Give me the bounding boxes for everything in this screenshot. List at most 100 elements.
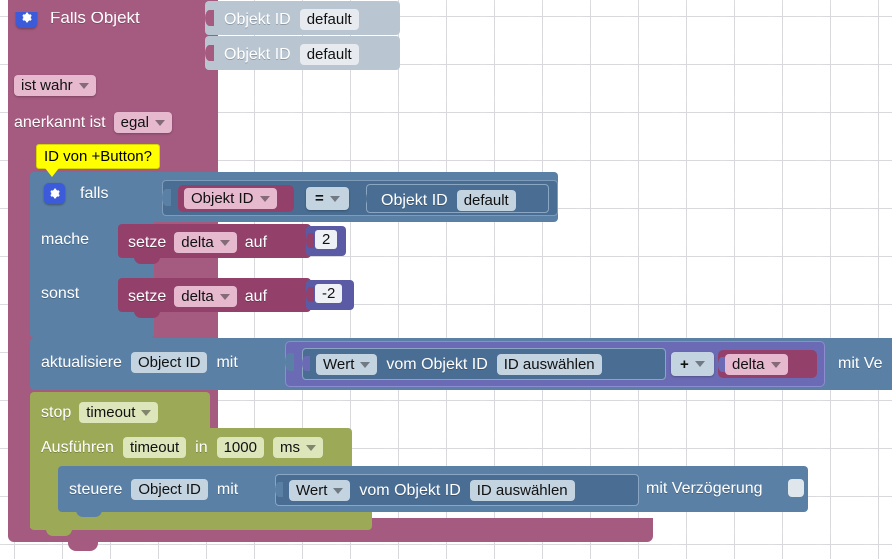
dropdown-ack[interactable]: egal	[113, 112, 172, 133]
chevron-down-icon	[259, 195, 270, 202]
chevron-down-icon	[770, 361, 781, 368]
objektid-value-1[interactable]: default	[299, 44, 359, 65]
number-field-else[interactable]: -2	[315, 284, 343, 303]
to-label-do: auf	[244, 233, 268, 251]
dropdown-is-true-label: ist wahr	[21, 77, 73, 94]
block-objektid-disabled-0-content[interactable]: Objekt ID default	[224, 9, 359, 30]
block-stop-timeout-content[interactable]: stop timeout	[41, 402, 159, 423]
run-target-field[interactable]: timeout	[122, 437, 187, 458]
tooltip-id-von-button: ID von +Button?	[36, 144, 160, 178]
block-on-state-bottom-notch	[68, 540, 98, 551]
objektid-right-value[interactable]: default	[456, 190, 516, 211]
number-field-do[interactable]: 2	[315, 230, 338, 249]
block-number-else-notch	[306, 287, 314, 302]
update-object-field[interactable]: Object ID	[130, 352, 208, 373]
control-object-field[interactable]: Object ID	[131, 479, 208, 500]
chevron-down-icon	[329, 195, 340, 202]
block-set-var-else-content[interactable]: setze delta auf	[128, 286, 267, 307]
update-trailing-label: mit Ve	[838, 355, 883, 372]
run-in-label: in	[195, 438, 208, 456]
block-objektid-disabled-1-notch	[205, 45, 214, 61]
to-label-else: auf	[244, 287, 268, 305]
dropdown-stop-target-label: timeout	[86, 404, 136, 421]
update-object-select[interactable]: ID auswählen	[496, 354, 602, 375]
block-objektid-right-notch	[366, 191, 374, 206]
dropdown-wert-update[interactable]: Wert	[316, 354, 378, 375]
dropdown-wert-control[interactable]: Wert	[289, 480, 351, 501]
dropdown-operator-label: =	[315, 190, 324, 207]
objektid-right-label: Objekt ID	[381, 191, 448, 209]
dropdown-variable-do-label: delta	[181, 234, 214, 251]
dropdown-delta-label: delta	[732, 356, 765, 373]
update-with-label: mit	[216, 353, 238, 371]
dropdown-wert-update-label: Wert	[323, 356, 355, 373]
block-control-top-notch	[76, 466, 102, 473]
block-run-timeout-foot-notch	[46, 528, 72, 536]
chevron-down-icon	[154, 119, 165, 126]
blockly-workspace[interactable]: Falls Objekt ist wahr anerkannt ist egal…	[0, 0, 892, 559]
block-objektid-disabled-0-notch	[205, 10, 214, 26]
block-objektid-right-content[interactable]: Objekt ID default	[381, 190, 516, 211]
chevron-down-icon	[333, 487, 344, 494]
chevron-down-icon	[694, 361, 705, 367]
dropdown-variable-do[interactable]: delta	[174, 232, 237, 253]
block-math-add-notch	[285, 353, 294, 371]
block-if-else-label: sonst	[41, 285, 80, 302]
update-verb: aktualisiere	[41, 353, 122, 371]
block-update-top-notch	[46, 338, 72, 346]
block-update-content[interactable]: aktualisiere Object ID mit	[41, 352, 238, 373]
chevron-down-icon	[305, 444, 316, 451]
chevron-down-icon	[219, 239, 230, 246]
dropdown-plus-operator[interactable]: +	[671, 352, 714, 376]
dropdown-stop-target[interactable]: timeout	[79, 402, 159, 423]
chevron-down-icon	[78, 82, 89, 89]
set-label-else: setze	[128, 287, 167, 305]
update-from-label: vom Objekt ID	[386, 355, 488, 373]
block-if-else-foot	[30, 318, 154, 338]
dropdown-objektid-left[interactable]: Objekt ID	[184, 188, 277, 209]
dropdown-is-true[interactable]: ist wahr	[14, 75, 96, 96]
condition-row-1-prefix: anerkannt ist	[14, 113, 106, 131]
block-if-label: falls	[80, 184, 109, 202]
block-get-value-control-notch	[275, 482, 283, 497]
control-from-label: vom Objekt ID	[359, 481, 461, 499]
chevron-down-icon	[141, 409, 152, 416]
block-get-value-update-content[interactable]: Wert vom Objekt ID ID auswählen	[316, 354, 602, 375]
dropdown-variable-else[interactable]: delta	[174, 286, 237, 307]
chevron-down-icon	[219, 293, 230, 300]
dropdown-delta[interactable]: delta	[725, 354, 788, 375]
control-delay-checkbox[interactable]	[788, 479, 804, 497]
run-verb: Ausführen	[41, 438, 114, 456]
block-objektid-disabled-1-content[interactable]: Objekt ID default	[224, 44, 359, 65]
dropdown-plus-operator-label: +	[680, 355, 689, 373]
objektid-label-0: Objekt ID	[224, 10, 291, 28]
run-delay-field[interactable]: 1000	[216, 437, 264, 458]
block-run-timeout-content[interactable]: Ausführen timeout in 1000 ms	[41, 437, 323, 458]
condition-row-0[interactable]: ist wahr	[14, 75, 96, 96]
dropdown-operator[interactable]: =	[306, 187, 349, 210]
block-stop-timeout-top-notch	[46, 392, 72, 399]
control-verb: steuere	[69, 480, 123, 498]
block-compare-notch	[162, 189, 171, 206]
block-if-header[interactable]: falls	[44, 183, 108, 204]
control-object-select[interactable]: ID auswählen	[469, 480, 575, 501]
block-set-var-else-notch	[134, 310, 160, 318]
dropdown-objektid-left-label: Objekt ID	[191, 190, 254, 207]
block-control-content[interactable]: steuere Object ID mit	[69, 479, 238, 500]
dropdown-wert-control-label: Wert	[296, 482, 328, 499]
block-set-var-do-content[interactable]: setze delta auf	[128, 232, 267, 253]
chevron-down-icon	[360, 361, 371, 368]
dropdown-run-unit-label: ms	[279, 439, 300, 456]
block-number-do-notch	[306, 233, 314, 248]
dropdown-ack-value: egal	[120, 114, 149, 131]
block-if-do-label: mache	[41, 231, 90, 248]
objektid-label-1: Objekt ID	[224, 45, 291, 63]
block-set-var-do-notch	[134, 256, 160, 264]
block-get-value-control-content[interactable]: Wert vom Objekt ID ID auswählen	[289, 480, 575, 501]
dropdown-run-unit[interactable]: ms	[272, 437, 323, 458]
dropdown-variable-else-label: delta	[181, 288, 214, 305]
block-control-bottom-notch	[76, 510, 102, 517]
gear-icon[interactable]	[44, 183, 65, 204]
objektid-value-0[interactable]: default	[299, 9, 359, 30]
condition-row-1[interactable]: anerkannt ist egal	[14, 112, 172, 133]
